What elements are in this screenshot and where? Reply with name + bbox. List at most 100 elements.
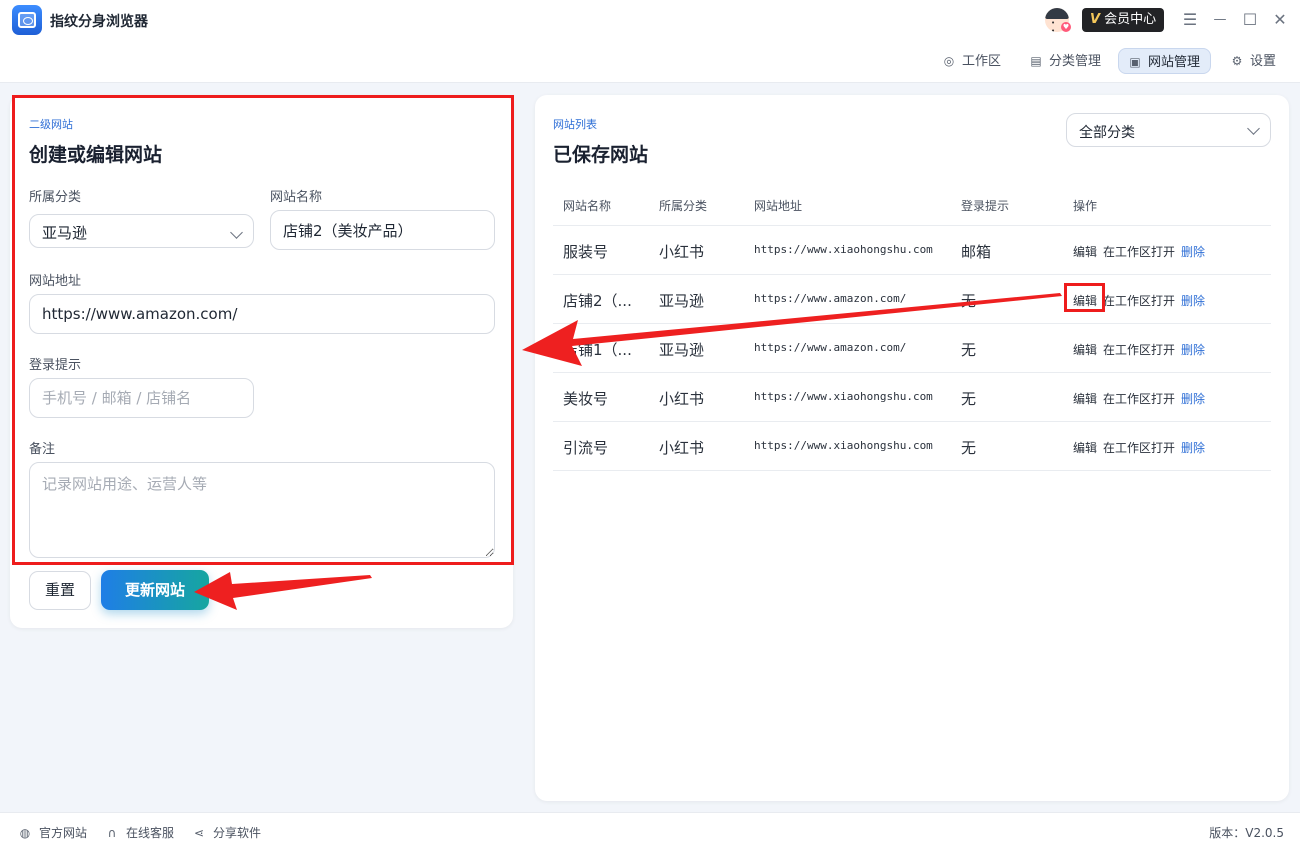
- monitor-icon: ▣: [1129, 55, 1141, 69]
- footer-label: 官方网站: [39, 826, 88, 840]
- row-site-name: 引流号: [563, 439, 609, 457]
- share-software-link[interactable]: ⋖ 分享软件: [191, 824, 261, 841]
- form-eyebrow: 二级网站: [29, 118, 73, 131]
- login-hint-input[interactable]: [29, 378, 254, 418]
- top-nav: ◎ 工作区 ▤ 分类管理 ▣ 网站管理 ⚙ 设置: [0, 40, 1300, 83]
- category-select-value: 亚马逊: [42, 224, 88, 242]
- table-row: 服装号 小红书 https://www.xiaohongshu.com 邮箱 编…: [553, 226, 1271, 275]
- category-filter-select[interactable]: 全部分类: [1066, 113, 1271, 147]
- headset-icon: ∩: [107, 826, 117, 840]
- row-login-hint: 无: [961, 292, 977, 310]
- nav-category-management[interactable]: ▤ 分类管理: [1020, 48, 1111, 74]
- chevron-down-icon: [1247, 122, 1260, 135]
- nav-workspace[interactable]: ◎ 工作区: [933, 48, 1011, 74]
- row-url: https://www.xiaohongshu.com: [754, 439, 933, 452]
- delete-link[interactable]: 删除: [1181, 390, 1205, 407]
- title-bar: 指纹分身浏览器 • • ♥ V 会员中心 ☰ — ☐ ✕: [0, 0, 1300, 41]
- update-site-button[interactable]: 更新网站: [101, 570, 209, 610]
- edit-link[interactable]: 编辑: [1073, 341, 1097, 358]
- nav-settings[interactable]: ⚙ 设置: [1221, 48, 1286, 74]
- layout-icon: ▤: [1030, 54, 1042, 68]
- nav-label: 网站管理: [1148, 55, 1201, 70]
- row-url: https://www.amazon.com/: [754, 341, 907, 354]
- heart-badge-icon: ♥: [1061, 22, 1071, 32]
- edit-link[interactable]: 编辑: [1073, 390, 1097, 407]
- reset-button[interactable]: 重置: [29, 571, 91, 610]
- row-category: 亚马逊: [659, 292, 705, 310]
- nav-label: 工作区: [962, 54, 1002, 69]
- nav-label: 设置: [1250, 54, 1277, 69]
- vip-center-button[interactable]: V 会员中心: [1082, 8, 1164, 32]
- close-icon[interactable]: ✕: [1269, 9, 1291, 31]
- login-hint-label: 登录提示: [29, 358, 82, 373]
- table-row: 店铺2（... 亚马逊 https://www.amazon.com/ 无 编辑…: [553, 275, 1271, 324]
- row-login-hint: 无: [961, 341, 977, 359]
- table-row: 引流号 小红书 https://www.xiaohongshu.com 无 编辑…: [553, 422, 1271, 471]
- official-site-link[interactable]: ◍ 官方网站: [17, 824, 87, 841]
- row-url: https://www.xiaohongshu.com: [754, 390, 933, 403]
- chevron-down-icon: [230, 226, 243, 239]
- row-url: https://www.xiaohongshu.com: [754, 243, 933, 256]
- settings-icon: ⚙: [1231, 54, 1243, 68]
- version-text: 版本：V2.0.5: [1209, 826, 1284, 840]
- row-category: 小红书: [659, 439, 705, 457]
- row-category: 小红书: [659, 243, 705, 261]
- app-logo-icon: [12, 5, 42, 35]
- category-label: 所属分类: [29, 190, 82, 205]
- edit-link[interactable]: 编辑: [1073, 439, 1097, 456]
- open-in-workspace-link[interactable]: 在工作区打开: [1103, 341, 1175, 358]
- list-eyebrow: 网站列表: [553, 118, 597, 131]
- site-name-label: 网站名称: [270, 190, 323, 205]
- list-title: 已保存网站: [553, 144, 649, 166]
- app-title: 指纹分身浏览器: [50, 14, 148, 30]
- site-url-input[interactable]: [29, 294, 495, 334]
- row-category: 小红书: [659, 390, 705, 408]
- footer-label: 在线客服: [126, 826, 175, 840]
- category-select[interactable]: 亚马逊: [29, 214, 254, 248]
- planet-icon: ◍: [19, 826, 31, 840]
- delete-link[interactable]: 删除: [1181, 243, 1205, 260]
- open-in-workspace-link[interactable]: 在工作区打开: [1103, 243, 1175, 260]
- table-header: 网站名称 所属分类 网站地址 登录提示 操作: [553, 185, 1271, 226]
- menu-icon[interactable]: ☰: [1179, 9, 1201, 31]
- table-row: 店铺1（... 亚马逊 https://www.amazon.com/ 无 编辑…: [553, 324, 1271, 373]
- column-header: 所属分类: [659, 199, 708, 213]
- row-login-hint: 无: [961, 390, 977, 408]
- site-url-label: 网站地址: [29, 274, 82, 289]
- site-name-input[interactable]: [270, 210, 495, 250]
- share-icon: ⋖: [193, 826, 205, 840]
- delete-link[interactable]: 删除: [1181, 341, 1205, 358]
- open-in-workspace-link[interactable]: 在工作区打开: [1103, 292, 1175, 309]
- edit-link[interactable]: 编辑: [1073, 243, 1097, 260]
- delete-link[interactable]: 删除: [1181, 439, 1205, 456]
- nav-label: 分类管理: [1049, 54, 1102, 69]
- row-site-name: 店铺1（...: [563, 341, 632, 359]
- open-in-workspace-link[interactable]: 在工作区打开: [1103, 390, 1175, 407]
- row-site-name: 店铺2（...: [563, 292, 632, 310]
- maximize-icon[interactable]: ☐: [1239, 9, 1261, 31]
- minimize-icon[interactable]: —: [1209, 9, 1231, 31]
- column-header: 网站名称: [563, 199, 612, 213]
- row-site-name: 服装号: [563, 243, 609, 261]
- row-category: 亚马逊: [659, 341, 705, 359]
- edit-highlight-box: [1064, 283, 1105, 312]
- row-login-hint: 无: [961, 439, 977, 457]
- table-row: 美妆号 小红书 https://www.xiaohongshu.com 无 编辑…: [553, 373, 1271, 422]
- nav-site-management[interactable]: ▣ 网站管理: [1118, 48, 1212, 74]
- column-header: 操作: [1073, 199, 1098, 213]
- row-url: https://www.amazon.com/: [754, 292, 907, 305]
- open-in-workspace-link[interactable]: 在工作区打开: [1103, 439, 1175, 456]
- footer-label: 分享软件: [213, 826, 262, 840]
- vip-v-icon: V: [1090, 12, 1101, 27]
- notes-label: 备注: [29, 442, 56, 457]
- footer: ◍ 官方网站 ∩ 在线客服 ⋖ 分享软件 版本：V2.0.5: [0, 812, 1300, 851]
- delete-link[interactable]: 删除: [1181, 292, 1205, 309]
- row-site-name: 美妆号: [563, 390, 609, 408]
- notes-textarea[interactable]: [29, 462, 495, 558]
- globe-icon: ◎: [943, 54, 955, 68]
- column-header: 网站地址: [754, 199, 803, 213]
- row-login-hint: 邮箱: [961, 243, 992, 261]
- column-header: 登录提示: [961, 199, 1010, 213]
- filter-select-value: 全部分类: [1079, 125, 1135, 141]
- online-support-link[interactable]: ∩ 在线客服: [104, 824, 174, 841]
